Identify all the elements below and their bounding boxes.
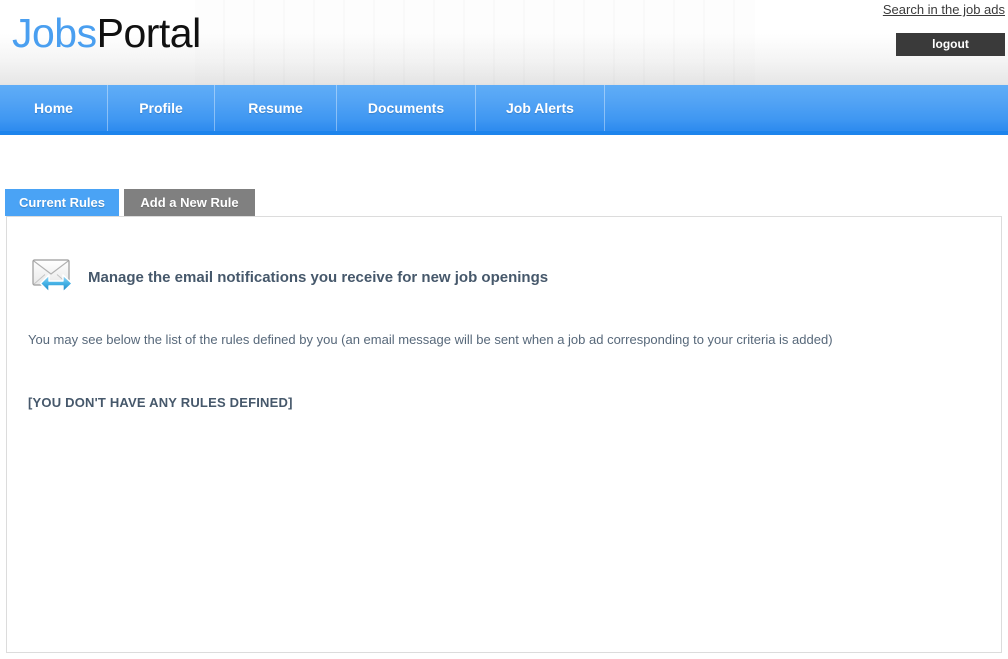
nav-item-label: Resume	[248, 100, 303, 116]
section-heading: Manage the email notifications you recei…	[88, 268, 549, 286]
logo-primary-text: Jobs	[12, 10, 97, 56]
tab-add-new-rule[interactable]: Add a New Rule	[124, 189, 255, 216]
header-texture	[195, 0, 755, 85]
section-heading-row: Manage the email notifications you recei…	[31, 256, 548, 298]
nav-item-label: Home	[34, 100, 73, 116]
rules-tab-bar: Current Rules Add a New Rule	[0, 189, 255, 217]
nav-item-home[interactable]: Home	[0, 85, 108, 131]
nav-item-profile[interactable]: Profile	[108, 85, 215, 131]
site-logo[interactable]: JobsPortal	[12, 8, 201, 58]
nav-item-label: Profile	[139, 100, 183, 116]
search-job-ads-link[interactable]: Search in the job ads	[883, 2, 1005, 17]
nav-item-resume[interactable]: Resume	[215, 85, 337, 131]
site-header: JobsPortal Search in the job ads logout	[0, 0, 1008, 85]
nav-item-job-alerts[interactable]: Job Alerts	[476, 85, 605, 131]
main-navigation: Home Profile Resume Documents Job Alerts	[0, 85, 1008, 135]
rules-panel: Manage the email notifications you recei…	[6, 216, 1002, 653]
email-forward-icon	[31, 256, 78, 298]
nav-item-documents[interactable]: Documents	[337, 85, 476, 131]
no-rules-message: [YOU DON'T HAVE ANY RULES DEFINED]	[28, 395, 293, 410]
rules-intro-text: You may see below the list of the rules …	[28, 332, 833, 347]
logout-button[interactable]: logout	[896, 33, 1005, 56]
nav-item-label: Documents	[367, 100, 445, 116]
nav-item-label: Job Alerts	[506, 100, 574, 116]
logo-secondary-text: Portal	[96, 10, 202, 56]
tab-current-rules[interactable]: Current Rules	[5, 189, 119, 216]
